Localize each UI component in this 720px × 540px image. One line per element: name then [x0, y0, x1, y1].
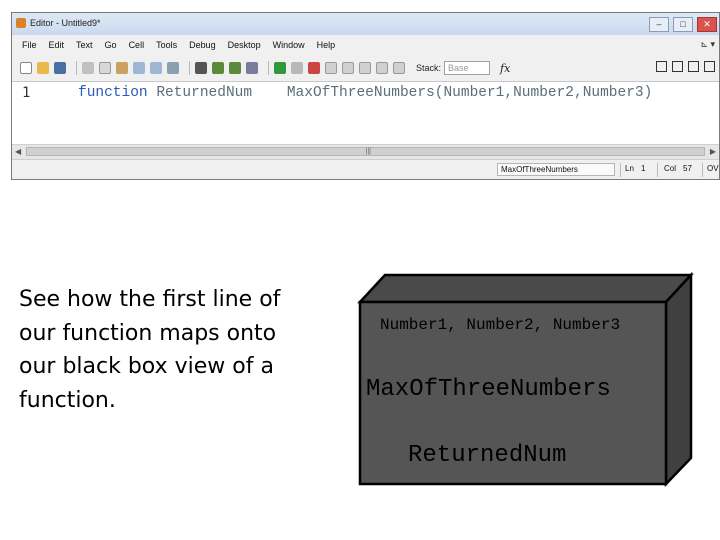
black-box-function-name: MaxOfThreeNumbers	[366, 376, 611, 403]
step-out-icon[interactable]	[359, 62, 371, 74]
status-divider	[657, 163, 658, 177]
tile-layout-icon[interactable]	[656, 61, 667, 72]
float-layout-icon[interactable]	[704, 61, 715, 72]
black-box-output: ReturnedNum	[408, 442, 567, 469]
stack-select[interactable]: Base	[444, 61, 491, 75]
status-divider	[702, 163, 703, 177]
menu-text[interactable]: Text	[76, 40, 93, 50]
breakpoint-icon[interactable]	[308, 62, 320, 74]
menu-go[interactable]: Go	[105, 40, 117, 50]
print-icon[interactable]	[167, 62, 179, 74]
toolbar-separator	[268, 61, 269, 75]
editor-toolbar: Stack: Base fx	[12, 55, 719, 82]
toolbar-separator	[189, 61, 190, 75]
split-layout-icon[interactable]	[672, 61, 683, 72]
window-controls: – □ ✕	[649, 17, 717, 32]
status-function-name[interactable]: MaxOfThreeNumbers	[497, 163, 615, 176]
go-back-icon[interactable]	[212, 62, 224, 74]
layout-controls	[656, 61, 715, 72]
status-ln-label: Ln	[625, 164, 634, 173]
line-number: 1	[22, 85, 31, 101]
go-forward-icon[interactable]	[229, 62, 241, 74]
status-ln-value: 1	[641, 164, 646, 173]
run-icon[interactable]	[274, 62, 286, 74]
minimize-button[interactable]: –	[649, 17, 669, 32]
function-browser-icon[interactable]	[246, 62, 258, 74]
editor-window: Editor - Untitled9* – □ ✕ File Edit Text…	[11, 12, 720, 180]
step-icon[interactable]	[325, 62, 337, 74]
maximize-button[interactable]: □	[673, 17, 693, 32]
open-folder-icon[interactable]	[37, 62, 49, 74]
editor-title: Editor - Untitled9*	[30, 18, 101, 28]
menu-window[interactable]: Window	[273, 40, 305, 50]
status-divider	[620, 163, 621, 177]
status-bar: MaxOfThreeNumbers Ln 1 Col 57 OVR	[12, 159, 719, 179]
toolbar-separator	[76, 61, 77, 75]
close-button[interactable]: ✕	[697, 17, 717, 32]
code-editor[interactable]: 1 function ReturnedNum MaxOfThreeNumbers…	[12, 82, 719, 159]
slide-caption: See how the first line of our function m…	[19, 287, 281, 413]
find-icon[interactable]	[195, 62, 207, 74]
editor-title-bar: Editor - Untitled9* – □ ✕	[12, 13, 719, 35]
fx-icon[interactable]: fx	[500, 62, 510, 75]
status-col-label: Col	[664, 164, 677, 173]
scroll-left-icon[interactable]: ◀	[15, 147, 21, 156]
new-file-icon[interactable]	[20, 62, 32, 74]
code-keyword: function	[78, 85, 148, 101]
column-layout-icon[interactable]	[688, 61, 699, 72]
status-col-value: 57	[683, 164, 692, 173]
undock-icon[interactable]: ⊾ ▾	[700, 39, 715, 50]
matlab-app-icon	[16, 18, 26, 28]
stack-label: Stack:	[416, 63, 442, 73]
status-mode: OVR	[707, 164, 719, 173]
redo-icon[interactable]	[150, 62, 162, 74]
scroll-thumb[interactable]: |||	[26, 147, 705, 156]
run-options-icon[interactable]	[291, 62, 303, 74]
code-signature: ReturnedNum MaxOfThreeNumbers(Number1,Nu…	[147, 85, 653, 101]
horizontal-scrollbar[interactable]: ◀ ||| ▶	[12, 144, 719, 159]
scroll-grip: |||	[365, 148, 371, 155]
step-in-icon[interactable]	[342, 62, 354, 74]
menu-file[interactable]: File	[22, 40, 37, 50]
black-box-inputs: Number1, Number2, Number3	[380, 316, 621, 334]
scroll-right-icon[interactable]: ▶	[710, 147, 716, 156]
menu-cell[interactable]: Cell	[129, 40, 145, 50]
code-line[interactable]: function ReturnedNum MaxOfThreeNumbers(N…	[78, 85, 652, 101]
menu-help[interactable]: Help	[317, 40, 336, 50]
menu-debug[interactable]: Debug	[189, 40, 216, 50]
black-box-top-face	[357, 273, 694, 304]
menu-desktop[interactable]: Desktop	[228, 40, 261, 50]
paste-icon[interactable]	[116, 62, 128, 74]
continue-icon[interactable]	[376, 62, 388, 74]
menu-edit[interactable]: Edit	[49, 40, 65, 50]
exit-debug-icon[interactable]	[393, 62, 405, 74]
menu-bar: File Edit Text Go Cell Tools Debug Deskt…	[12, 36, 719, 54]
menu-tools[interactable]: Tools	[156, 40, 177, 50]
cut-icon[interactable]	[82, 62, 94, 74]
copy-icon[interactable]	[99, 62, 111, 74]
black-box-side-face	[664, 271, 693, 488]
save-icon[interactable]	[54, 62, 66, 74]
undo-icon[interactable]	[133, 62, 145, 74]
